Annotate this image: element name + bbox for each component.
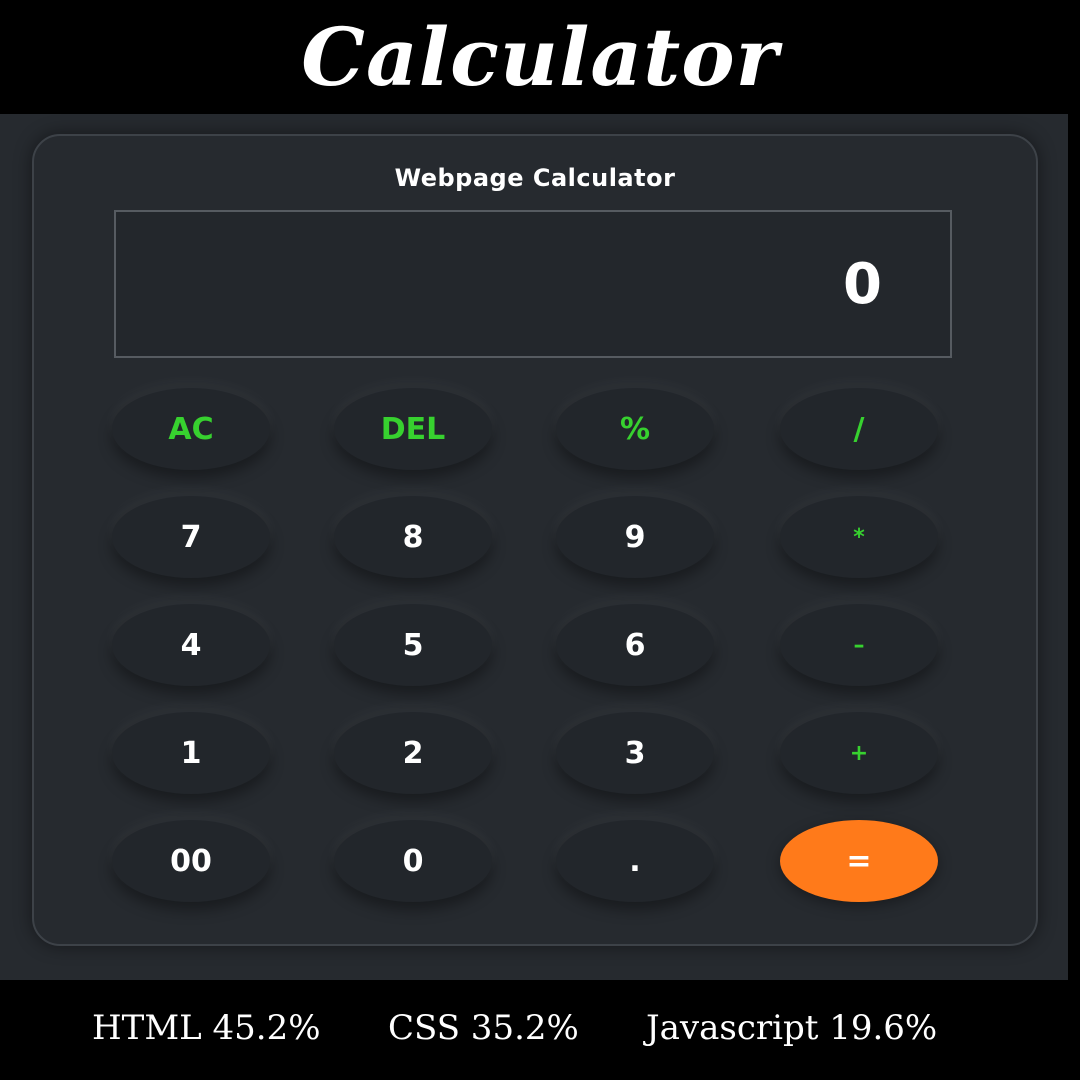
calculator-display: 0 xyxy=(114,210,952,358)
digit-3-button[interactable]: 3 xyxy=(556,712,714,794)
digit-1-button[interactable]: 1 xyxy=(112,712,270,794)
delete-button[interactable]: DEL xyxy=(334,388,492,470)
javascript-percentage: Javascript 19.6% xyxy=(646,1008,938,1048)
display-value: 0 xyxy=(843,251,882,317)
subtract-button[interactable]: – xyxy=(780,604,938,686)
calculator-card: Webpage Calculator 0 AC DEL % / 7 8 9 * … xyxy=(32,134,1038,946)
css-percentage: CSS 35.2% xyxy=(388,1008,579,1048)
digit-2-button[interactable]: 2 xyxy=(334,712,492,794)
banner-title: Calculator xyxy=(301,10,779,104)
digit-5-button[interactable]: 5 xyxy=(334,604,492,686)
calculator-heading: Webpage Calculator xyxy=(394,164,676,192)
digit-6-button[interactable]: 6 xyxy=(556,604,714,686)
language-stats: HTML 45.2% CSS 35.2% Javascript 19.6% xyxy=(0,980,1080,1080)
digit-8-button[interactable]: 8 xyxy=(334,496,492,578)
digit-4-button[interactable]: 4 xyxy=(112,604,270,686)
html-percentage: HTML 45.2% xyxy=(92,1008,321,1048)
keypad: AC DEL % / 7 8 9 * 4 5 6 – 1 2 3 + 00 0 … xyxy=(112,388,938,908)
digit-9-button[interactable]: 9 xyxy=(556,496,714,578)
divide-button[interactable]: / xyxy=(780,388,938,470)
double-zero-button[interactable]: 00 xyxy=(112,820,270,902)
ac-button[interactable]: AC xyxy=(112,388,270,470)
equals-button[interactable]: = xyxy=(780,820,938,902)
decimal-point-button[interactable]: . xyxy=(556,820,714,902)
add-button[interactable]: + xyxy=(780,712,938,794)
digit-7-button[interactable]: 7 xyxy=(112,496,270,578)
percent-button[interactable]: % xyxy=(556,388,714,470)
calculator-screenshot: Webpage Calculator 0 AC DEL % / 7 8 9 * … xyxy=(0,114,1068,980)
digit-0-button[interactable]: 0 xyxy=(334,820,492,902)
multiply-button[interactable]: * xyxy=(780,496,938,578)
